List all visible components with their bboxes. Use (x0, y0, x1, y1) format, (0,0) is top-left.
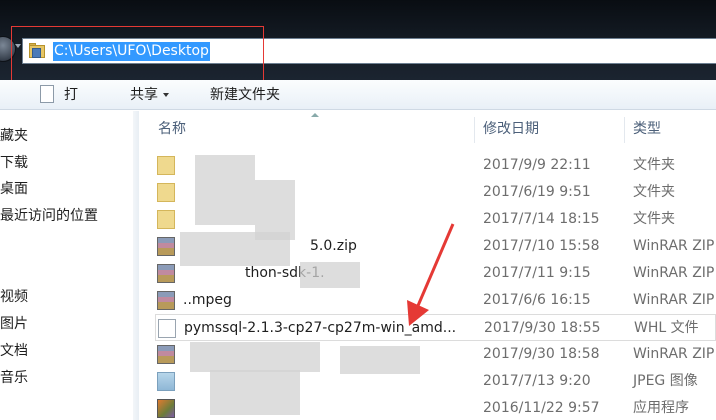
folder-icon (157, 210, 175, 229)
file-date: 2017/6/6 16:15 (483, 292, 591, 308)
file-name: pymssql-2.1.3-cp27-cp27m-win_amd... (184, 320, 457, 336)
zip-icon (157, 291, 175, 310)
jpeg-icon (157, 372, 175, 391)
column-header-name[interactable]: 名称 (158, 111, 186, 147)
file-date: 2017/9/30 18:55 (484, 320, 601, 336)
navigation-pane: 藏夹 下载 桌面 最近访问的位置 视频 图片 文档 音乐 (0, 111, 133, 420)
share-button[interactable]: 共享 (130, 80, 169, 110)
file-type: WinRAR ZIP (633, 265, 715, 281)
file-name: 5.0.zip (310, 238, 357, 254)
sort-ascending-icon (311, 113, 319, 117)
file-date: 2016/11/22 9:57 (483, 400, 600, 416)
sidebar-item-videos[interactable]: 视频 (0, 286, 28, 308)
file-date: 2017/9/9 22:11 (483, 157, 591, 173)
file-date: 2017/7/11 9:15 (483, 265, 591, 281)
new-folder-label: 新建文件夹 (210, 87, 280, 103)
sidebar-item-downloads[interactable]: 下载 (0, 152, 28, 174)
command-bar: 打开 共享 新建文件夹 (0, 80, 716, 133)
sidebar-item-recent-places[interactable]: 最近访问的位置 (0, 205, 98, 227)
file-type: 文件夹 (633, 184, 675, 200)
zip-icon (157, 237, 175, 256)
sidebar-item-documents[interactable]: 文档 (0, 340, 28, 362)
sidebar-item-favorites[interactable]: 藏夹 (0, 125, 28, 147)
file-date: 2017/7/10 15:58 (483, 238, 600, 254)
column-header-modified[interactable]: 修改日期 (483, 111, 539, 147)
file-row-pymssql[interactable]: pymssql-2.1.3-cp27-cp27m-win_amd... 2017… (155, 314, 716, 341)
sidebar-item-music[interactable]: 音乐 (0, 367, 28, 389)
file-row[interactable]: ..mpeg 2017/6/6 16:15 WinRAR ZIP (155, 287, 716, 314)
chevron-down-icon (163, 93, 169, 97)
exe-icon (157, 399, 175, 418)
folder-icon (157, 183, 175, 202)
sidebar-item-pictures[interactable]: 图片 (0, 313, 28, 335)
file-date: 2017/7/13 9:20 (483, 373, 591, 389)
file-date: 2017/6/19 9:51 (483, 184, 591, 200)
new-folder-button[interactable]: 新建文件夹 (210, 80, 280, 110)
file-type: WinRAR ZIP (633, 346, 715, 362)
file-type: 文件夹 (633, 211, 675, 227)
file-type: 文件夹 (633, 157, 675, 173)
zip-icon (157, 345, 175, 364)
column-header-type[interactable]: 类型 (633, 111, 661, 147)
column-headers: 名称 修改日期 类型 (139, 111, 716, 147)
whl-file-icon (158, 319, 176, 338)
column-divider[interactable] (624, 117, 625, 143)
title-bar: C:\Users\UFO\Desktop (0, 0, 716, 81)
file-type: WinRAR ZIP (633, 292, 715, 308)
folder-icon (157, 156, 175, 175)
document-icon (40, 85, 54, 103)
share-label: 共享 (130, 87, 158, 103)
sidebar-item-desktop[interactable]: 桌面 (0, 178, 28, 200)
file-type: WinRAR ZIP (633, 238, 715, 254)
column-divider[interactable] (474, 117, 475, 143)
file-type: JPEG 图像 (633, 373, 698, 389)
zip-icon (157, 264, 175, 283)
file-type: 应用程序 (633, 400, 689, 416)
annotation-highlight-box (11, 26, 264, 81)
file-date: 2017/9/30 18:58 (483, 346, 600, 362)
file-type: WHL 文件 (634, 320, 699, 336)
file-date: 2017/7/14 18:15 (483, 211, 600, 227)
file-name: ..mpeg (183, 292, 232, 308)
